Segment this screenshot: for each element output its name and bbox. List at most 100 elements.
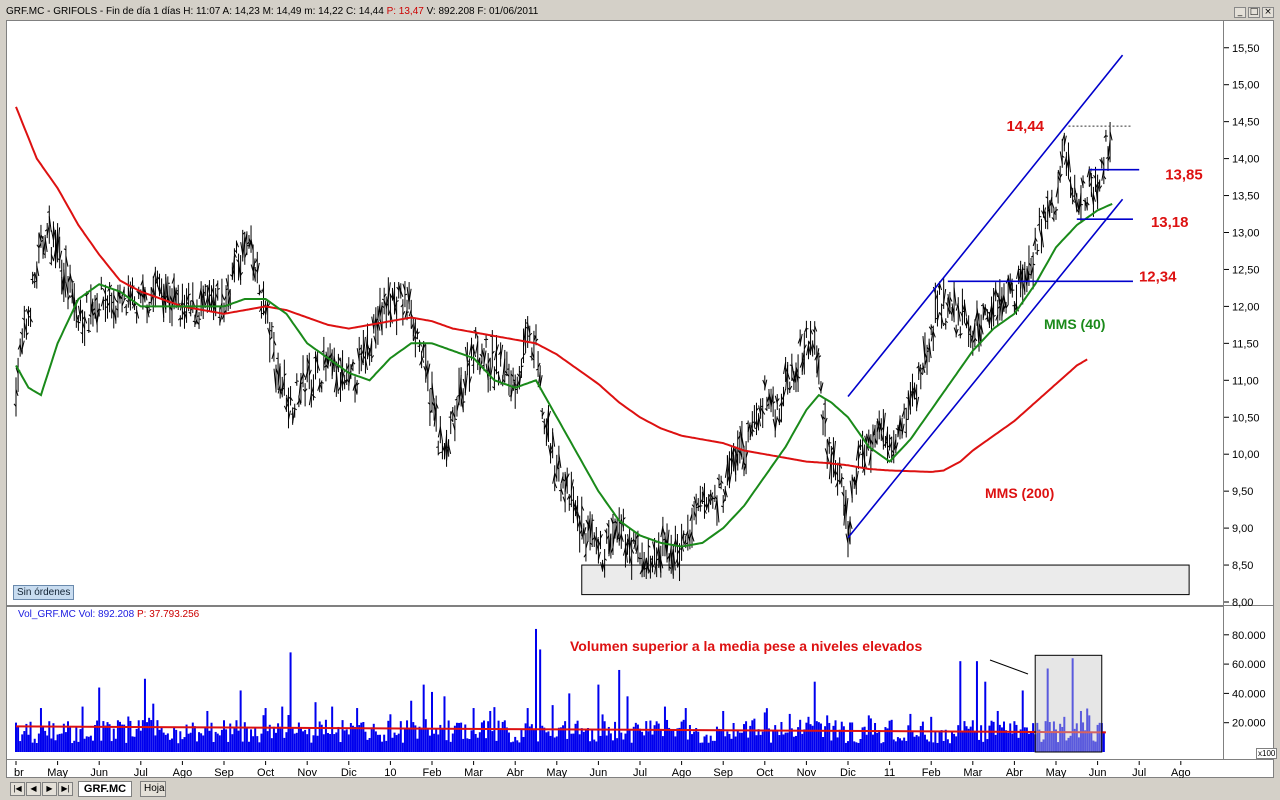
volume-bar (747, 737, 750, 752)
volume-bar (878, 730, 881, 752)
volume-bar (1007, 732, 1010, 752)
volume-bar (364, 731, 367, 752)
volume-bar (849, 722, 852, 752)
volume-bar (701, 742, 704, 752)
volume-bar (247, 741, 250, 752)
tab-grf-mc[interactable]: GRF.MC (78, 781, 132, 797)
volume-bar (728, 734, 731, 752)
support-label: 13,85 (1165, 167, 1203, 184)
volume-bar (96, 720, 99, 752)
volume-bar (655, 721, 658, 752)
volume-bar (397, 733, 400, 752)
volume-bar (847, 741, 849, 752)
volume-bar (1005, 730, 1008, 752)
price-bar-open (471, 364, 474, 366)
volume-bar (626, 696, 629, 752)
volume-bar (206, 710, 209, 752)
volume-bar (19, 741, 22, 752)
volume-bar (272, 726, 275, 752)
volume-bar (85, 736, 88, 752)
volume-bar (951, 731, 953, 752)
volume-bar (524, 723, 527, 752)
volume-bar (391, 737, 394, 752)
volume-bar (817, 722, 820, 752)
volume-bar (580, 728, 583, 752)
prev-sheet-button[interactable]: ◀ (26, 782, 41, 796)
volume-bar (183, 737, 186, 752)
volume-bar (539, 649, 542, 752)
next-sheet-button[interactable]: ▶ (42, 782, 57, 796)
tab-hoja[interactable]: Hoja (140, 781, 166, 797)
volume-bar (593, 739, 596, 752)
volume-bar (738, 732, 741, 752)
volume-bar (553, 737, 556, 752)
price-bar-open (822, 403, 826, 405)
volume-bar (187, 733, 190, 752)
volume-bar (940, 730, 943, 752)
volume-bar (743, 724, 745, 752)
volume-bar (110, 741, 113, 752)
price-bar-open (696, 506, 699, 509)
volume-bar (871, 734, 874, 752)
volume-bar (166, 733, 169, 752)
volume-bar (389, 714, 392, 752)
volume-bar (559, 727, 562, 752)
volume-bar (1015, 724, 1018, 752)
price-bar-close (321, 382, 324, 384)
volume-bar (148, 717, 151, 752)
volume-bar (505, 727, 508, 752)
volume-bar (734, 736, 737, 752)
volume-bar (393, 732, 396, 752)
last-sheet-button[interactable]: ▶| (58, 782, 73, 796)
price-tick-label: 15,00 (1232, 80, 1260, 92)
volume-bar (428, 735, 431, 752)
volume-bar (953, 733, 956, 752)
volume-bar (919, 725, 922, 752)
volume-bar (811, 725, 814, 752)
volume-bar (135, 728, 138, 752)
volume-bar (874, 722, 877, 752)
volume-bar (69, 726, 72, 752)
volume-bar (83, 738, 86, 752)
volume-bar (60, 733, 63, 752)
volume-bar (611, 740, 614, 752)
volume-bar (431, 691, 433, 752)
first-sheet-button[interactable]: |◀ (10, 782, 25, 796)
price-tick-label: 9,50 (1232, 486, 1253, 498)
volume-bar (216, 733, 219, 752)
volume-bar (535, 628, 537, 752)
volume-bar (691, 734, 693, 752)
price-bar-close (78, 321, 81, 324)
volume-bar (503, 720, 506, 752)
volume-bar (204, 726, 207, 752)
price-bar-open (176, 290, 179, 292)
volume-bar (711, 740, 714, 752)
volume-bar (707, 742, 710, 752)
price-bars (13, 122, 1113, 582)
volume-bar (751, 720, 754, 752)
volume-bar (980, 725, 983, 752)
volume-bar (333, 734, 336, 752)
volume-bar (807, 716, 810, 752)
volume-bar (379, 734, 381, 752)
volume-bar (651, 734, 654, 752)
volume-bar (227, 741, 230, 752)
volume-bar (522, 736, 525, 752)
volume-bar (164, 734, 167, 752)
volume-bar (295, 732, 298, 752)
volume-bar (599, 735, 602, 752)
volume-bar (790, 728, 793, 752)
volume-bar (462, 738, 465, 752)
volume-bar (129, 720, 132, 752)
volume-bar (643, 735, 646, 752)
volume-bar (168, 739, 171, 752)
volume-bar (42, 725, 45, 752)
orders-status-badge[interactable]: Sin órdenes (13, 585, 75, 600)
volume-bar (776, 730, 779, 752)
volume-bar (458, 722, 461, 752)
volume-bar (33, 738, 36, 752)
volume-bar (308, 728, 311, 752)
volume-bar (624, 733, 627, 752)
volume-bar (661, 736, 664, 752)
volume-bar (250, 729, 253, 752)
